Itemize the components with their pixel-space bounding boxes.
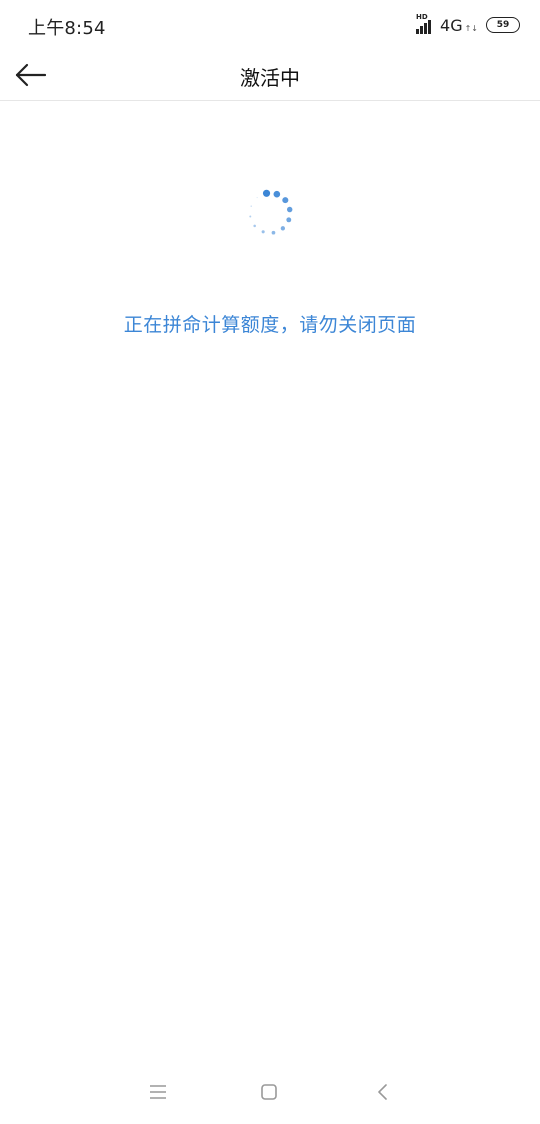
spinner-dot (261, 230, 265, 234)
spinner-dot (262, 189, 271, 197)
status-bar: 上午8:54 HD 4G ↑↓ 59 (0, 0, 540, 50)
page-title: 激活中 (240, 66, 300, 90)
spinner-dot (250, 205, 252, 207)
spinner-dot (280, 226, 286, 231)
battery-level: 59 (496, 20, 510, 30)
signal-icon: HD (416, 13, 436, 34)
home-button[interactable] (253, 1076, 285, 1108)
network-type: 4G (440, 15, 463, 35)
system-nav-bar (0, 1060, 540, 1124)
spinner-dot (286, 206, 293, 213)
spinner-dot (271, 230, 276, 235)
menu-icon (150, 1085, 166, 1099)
status-indicators: HD 4G ↑↓ 59 (416, 13, 520, 36)
spinner-dot (249, 215, 252, 218)
back-chevron-icon (378, 1084, 387, 1100)
title-bar: 激活中 (0, 50, 540, 101)
spinner-dot (256, 197, 258, 199)
home-icon (261, 1084, 277, 1100)
status-time: 上午8:54 (28, 18, 106, 39)
spinner-dot (253, 224, 256, 228)
spinner-dot (273, 190, 281, 198)
network-activity-icon: ↑↓ (464, 23, 478, 33)
loading-message: 正在拼命计算额度，请勿关闭页面 (123, 314, 417, 336)
spinner-dot (282, 197, 289, 204)
spinner-dot (286, 217, 292, 223)
system-back-button[interactable] (367, 1076, 399, 1108)
battery-icon: 59 (486, 17, 520, 33)
loading-spinner-icon (249, 189, 293, 235)
menu-button[interactable] (142, 1076, 174, 1108)
